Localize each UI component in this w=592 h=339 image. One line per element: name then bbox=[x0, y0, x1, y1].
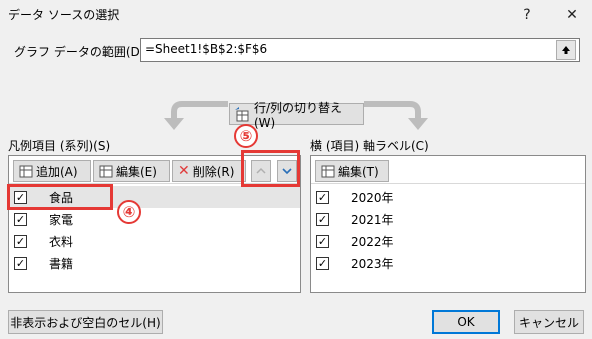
close-button[interactable]: ✕ bbox=[555, 0, 589, 30]
add-series-label: 追加(A) bbox=[36, 164, 78, 179]
list-item[interactable]: ✓ 家電 bbox=[9, 208, 300, 230]
axis-labels-label: 横 (項目) 軸ラベル(C) bbox=[310, 139, 429, 153]
axis-labels-list: ✓ 2020年 ✓ 2021年 ✓ 2022年 ✓ 2023年 bbox=[311, 186, 585, 274]
legend-entries-label: 凡例項目 (系列)(S) bbox=[8, 139, 111, 153]
list-item[interactable]: ✓ 衣料 bbox=[9, 230, 300, 252]
help-button[interactable]: ? bbox=[510, 0, 544, 30]
series-label: 書籍 bbox=[49, 256, 74, 271]
series-checkbox[interactable]: ✓ bbox=[14, 212, 27, 226]
close-icon: ✕ bbox=[566, 7, 578, 23]
series-checkbox[interactable]: ✓ bbox=[14, 234, 27, 248]
axis-checkbox[interactable]: ✓ bbox=[316, 190, 329, 204]
delete-series-button[interactable]: ✕ 削除(R) bbox=[172, 160, 246, 182]
edit-table-icon bbox=[99, 165, 113, 178]
switch-row-column-button[interactable]: 行/列の切り替え(W) bbox=[229, 101, 364, 130]
axis-item-label: 2023年 bbox=[351, 256, 394, 271]
list-item[interactable]: ✓ 2020年 bbox=[311, 186, 585, 208]
axis-checkbox[interactable]: ✓ bbox=[316, 212, 329, 226]
axis-toolbar: 編集(T) bbox=[311, 156, 585, 184]
edit-axis-labels-button[interactable]: 編集(T) bbox=[315, 160, 389, 182]
axis-item-label: 2020年 bbox=[351, 190, 394, 205]
series-checkbox[interactable]: ✓ bbox=[14, 256, 27, 270]
switch-row-column-label: 行/列の切り替え(W) bbox=[253, 100, 343, 130]
edit-axis-labels-label: 編集(T) bbox=[338, 164, 379, 179]
collapse-dialog-icon bbox=[562, 46, 570, 54]
axis-item-label: 2021年 bbox=[351, 212, 394, 227]
list-item[interactable]: ✓ 2023年 bbox=[311, 252, 585, 274]
axis-item-label: 2022年 bbox=[351, 234, 394, 249]
switch-right-arrow-icon bbox=[364, 101, 428, 130]
series-label: 家電 bbox=[49, 212, 74, 227]
axis-checkbox[interactable]: ✓ bbox=[316, 234, 329, 248]
delete-icon: ✕ bbox=[178, 163, 190, 179]
list-item[interactable]: ✓ 2021年 bbox=[311, 208, 585, 230]
add-table-icon bbox=[19, 165, 33, 178]
axis-labels-panel: 編集(T) ✓ 2020年 ✓ 2021年 ✓ 2022年 ✓ 2023年 bbox=[310, 155, 586, 293]
edit-table-icon bbox=[321, 165, 335, 178]
list-item[interactable]: ✓ 2022年 bbox=[311, 230, 585, 252]
axis-checkbox[interactable]: ✓ bbox=[316, 256, 329, 270]
switch-row-column-icon bbox=[234, 107, 249, 122]
delete-series-label: 削除(R) bbox=[192, 164, 235, 179]
annotation-badge: ⑤ bbox=[234, 124, 258, 148]
switch-left-arrow-icon bbox=[164, 101, 228, 130]
series-label: 衣料 bbox=[49, 234, 74, 249]
collapse-range-button[interactable] bbox=[556, 40, 576, 60]
chart-range-input[interactable]: =Sheet1!$B$2:$F$6 bbox=[140, 38, 580, 62]
ok-button[interactable]: OK bbox=[432, 310, 500, 334]
cancel-button[interactable]: キャンセル bbox=[514, 310, 584, 334]
add-series-button[interactable]: 追加(A) bbox=[13, 160, 91, 182]
annotation-highlight-box bbox=[7, 184, 113, 210]
hidden-empty-cells-button[interactable]: 非表示および空白のセル(H) bbox=[8, 310, 163, 334]
chart-range-label: グラフ データの範囲(D): bbox=[14, 45, 149, 59]
edit-series-label: 編集(E) bbox=[116, 164, 157, 179]
annotation-highlight-box bbox=[241, 150, 300, 187]
edit-series-button[interactable]: 編集(E) bbox=[93, 160, 170, 182]
dialog-title: データ ソースの選択 bbox=[8, 8, 120, 22]
list-item[interactable]: ✓ 書籍 bbox=[9, 252, 300, 274]
annotation-badge: ④ bbox=[117, 200, 141, 224]
